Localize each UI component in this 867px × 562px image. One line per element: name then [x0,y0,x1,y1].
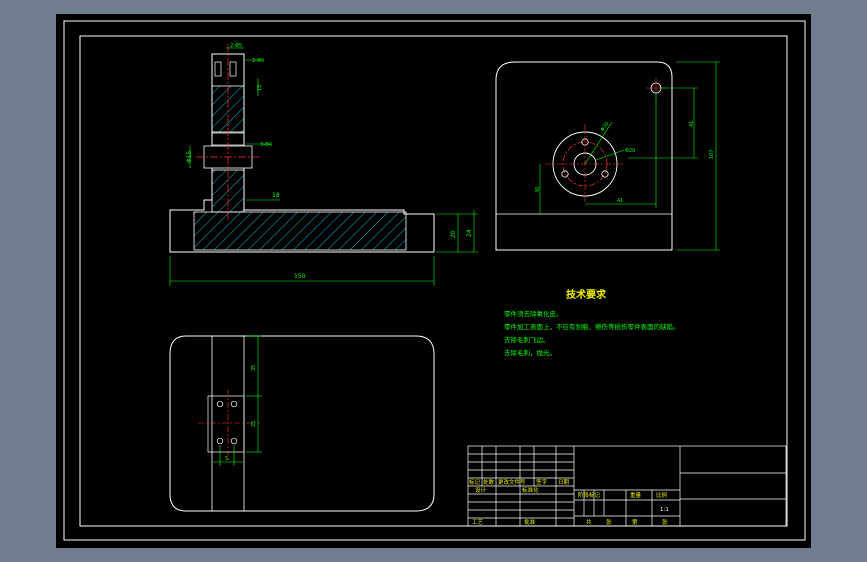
tb-sheet-total: 共 [586,518,592,526]
dim-h-offset: 41 [617,198,623,204]
tb-sheet-no: 第 [632,518,638,526]
dim-stem: 18 [272,192,280,199]
dim-slot: 2-Φ5 [252,58,264,64]
dim-side-holes: 3-Φ4 [260,142,272,148]
tb-label-approve: 批准 [524,518,536,526]
tb-sheet-unit-1: 张 [606,518,612,526]
dim-top-mid: 25 [251,421,257,427]
tb-label-design: 设计 [475,486,487,494]
tech-notes-title: 技术要求 [566,288,607,301]
tb-label-date: 日期 [558,479,570,486]
tech-note-3: 去除毛刺飞边。 [504,335,550,344]
tb-label-count: 处数 [483,478,495,486]
dim-height: 107 [709,149,715,159]
base-section [193,211,407,251]
dim-base-h2: 24 [466,229,473,237]
dim-step: 15 [257,85,263,91]
tb-label-sign: 签字 [536,478,548,486]
tb-label-mark: 标记 [469,478,481,486]
tech-note-4: 去除毛刺，抛光。 [504,348,556,357]
tb-sheet-unit-2: 张 [662,518,668,526]
tb-label-weight: 重量 [630,491,642,499]
cad-window: 150 20 24 18 Φ15 2-Φ5 2-Φ5 3-Φ4 15 41 41… [0,0,867,562]
dim-left: 30 [535,187,541,193]
tb-scale-value: 1:1 [660,507,669,513]
dim-v-offset: 41 [689,121,695,127]
tb-label-craft: 工艺 [472,519,484,526]
tb-label-standard: 标准化 [522,486,539,494]
drawing-canvas: 150 20 24 18 Φ15 2-Φ5 2-Φ5 3-Φ4 15 41 41… [56,14,811,548]
dim-base-h1: 20 [450,230,457,238]
dim-length: 150 [294,273,306,280]
dim-top-holes: 2-Φ5 [230,43,242,49]
dim-side-bore: Φ20 [625,148,635,154]
tb-label-change: 更改文件号 [498,478,526,486]
tb-label-scale: 比例 [656,491,668,499]
dim-top-low: 5 [225,456,228,462]
tb-label-stage: 阶段标记 [578,491,601,499]
tech-note-1: 零件须去除氧化皮。 [504,309,563,318]
dim-bore: Φ15 [186,150,193,163]
tech-note-2: 零件加工表面上，不应有划痕、擦伤等损伤零件表面的缺陷。 [504,322,680,331]
dim-top-upper: 35 [251,365,257,371]
